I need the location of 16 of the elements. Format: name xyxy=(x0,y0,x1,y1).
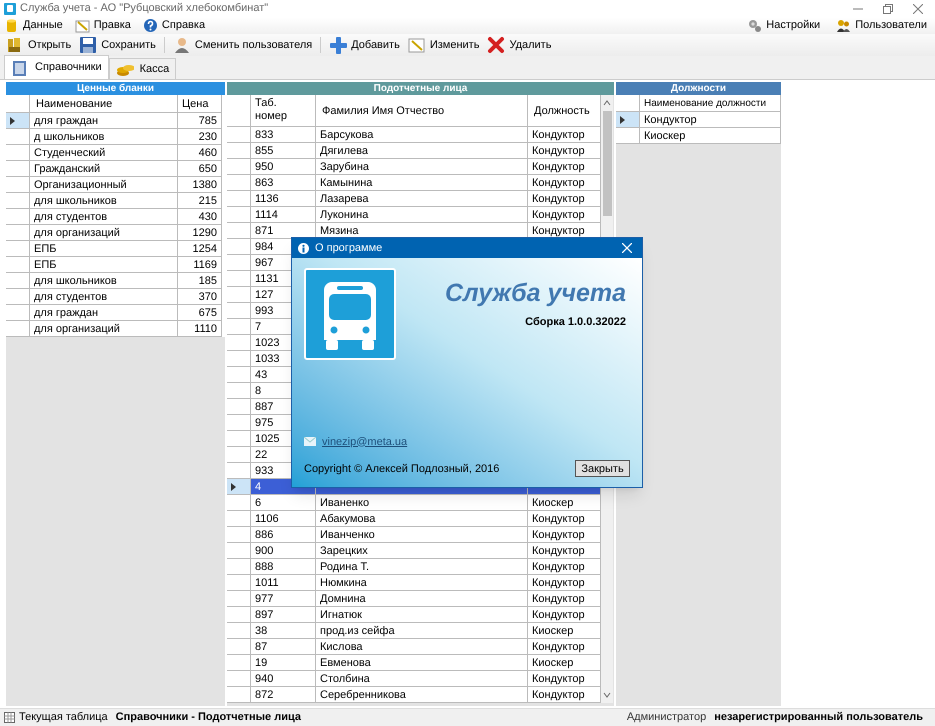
status-value: Справочники - Подотчетные лица xyxy=(116,710,301,726)
dialog-title: О программе xyxy=(315,240,382,256)
table-cell: 1110 xyxy=(178,321,222,337)
table-cell: Серебренникова xyxy=(316,687,528,703)
window-title: Служба учета - АО "Рубцовский хлебокомбинат" xyxy=(20,1,268,16)
status-label: Текущая таблица xyxy=(19,710,108,726)
panel-header: Ценные бланки xyxy=(6,82,225,95)
table-cell: Киоскер xyxy=(640,128,781,144)
build-version: Сборка 1.0.0.32022 xyxy=(525,315,626,330)
table-cell: 872 xyxy=(251,687,316,703)
status-role: Администратор xyxy=(626,710,706,726)
table-cell: для организаций xyxy=(30,321,178,337)
panel-header: Подотчетные лица xyxy=(227,82,614,95)
panel-header: Должности xyxy=(616,82,781,95)
status-user: незарегистрированный пользователь xyxy=(714,710,923,726)
app-name: Служба учета xyxy=(444,278,626,308)
